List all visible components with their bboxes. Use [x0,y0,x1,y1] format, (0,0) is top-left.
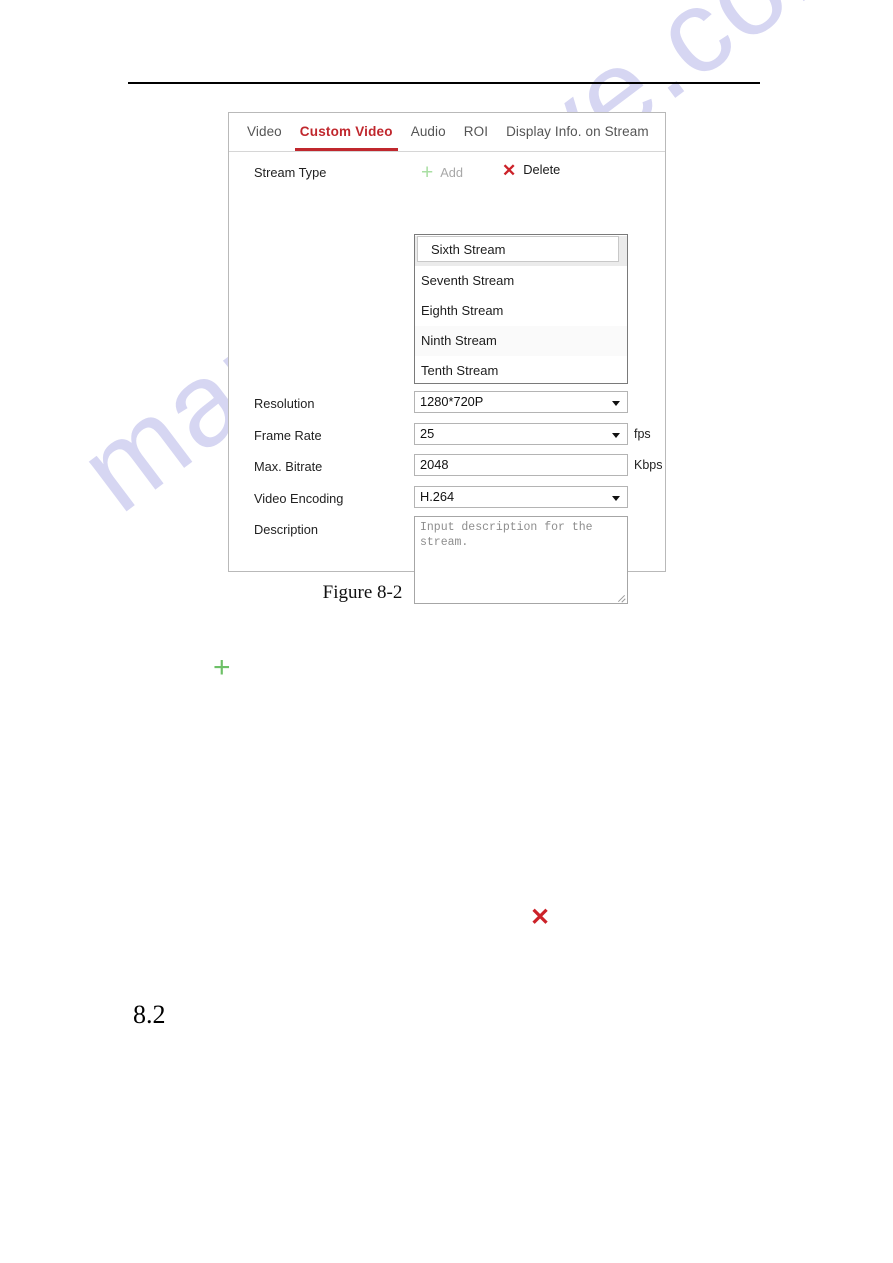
tab-display-info-on-stream[interactable]: Display Info. on Stream [497,113,658,151]
stream-name-input[interactable]: Sixth Stream [417,236,619,262]
list-item[interactable]: Tenth Stream [415,356,627,383]
section-heading: 8.2 [133,1000,166,1029]
stream-type-label: Stream Type [254,165,327,180]
add-button-label: Add [440,165,464,180]
max-bitrate-label: Max. Bitrate [254,459,323,474]
figure-caption: Figure 8-2 [0,582,893,604]
frame-rate-label: Frame Rate [254,427,322,443]
tab-custom-video[interactable]: Custom Video [291,113,402,151]
frame-rate-row: Frame Rate 25 fps [229,422,665,454]
resolution-label: Resolution [254,396,315,411]
max-bitrate-unit: Kbps [634,458,663,472]
add-button[interactable]: + Add [421,162,463,183]
max-bitrate-input[interactable]: 2048 [414,454,628,476]
delete-button-label: Delete [523,162,561,177]
list-item[interactable]: Eighth Stream [415,296,627,326]
delete-button[interactable]: ✕ Delete [502,162,560,179]
page-header-rule [128,82,760,84]
panel-body: Stream Type + Add ✕ Delete Sixth Stream Se… [229,152,665,604]
custom-video-settings-panel: Video Custom Video Audio ROI Display Info. o… [228,112,666,604]
plus-icon: + [421,161,434,184]
list-item[interactable]: Sixth Stream [415,236,627,266]
video-encoding-select[interactable]: H.264 [414,485,628,508]
description-placeholder: Input description for the stream. [420,521,593,549]
tab-audio[interactable]: Audio [402,113,455,151]
video-encoding-row: Video Encoding H.264 [229,485,665,517]
tab-bar: Video Custom Video Audio ROI Display Info. o… [229,113,665,152]
list-item[interactable]: Ninth Stream [415,326,627,356]
tab-roi[interactable]: ROI [455,113,497,151]
stream-type-list[interactable]: Sixth Stream Seventh Stream Eighth Strea… [414,234,628,384]
cross-icon: ✕ [502,161,517,180]
resolution-row: Resolution 1280*720P [229,390,665,422]
inline-plus-icon: + [213,651,231,684]
stream-type-row: Stream Type + Add ✕ Delete [229,152,665,194]
list-item[interactable]: Seventh Stream [415,266,627,296]
frame-rate-unit: fps [634,426,651,441]
max-bitrate-row: Max. Bitrate 2048 Kbps [229,453,665,485]
description-label: Description [254,522,319,537]
tab-video[interactable]: Video [238,113,291,151]
resolution-select[interactable]: 1280*720P [414,391,628,413]
frame-rate-select[interactable]: 25 [414,422,628,445]
inline-cross-icon: ✕ [530,904,551,931]
video-encoding-label: Video Encoding [254,490,344,506]
figure-caption-text: Figure 8-2 [322,582,403,603]
settings-fields: Resolution 1280*720P Frame Rate 25 fps M… [229,390,665,612]
